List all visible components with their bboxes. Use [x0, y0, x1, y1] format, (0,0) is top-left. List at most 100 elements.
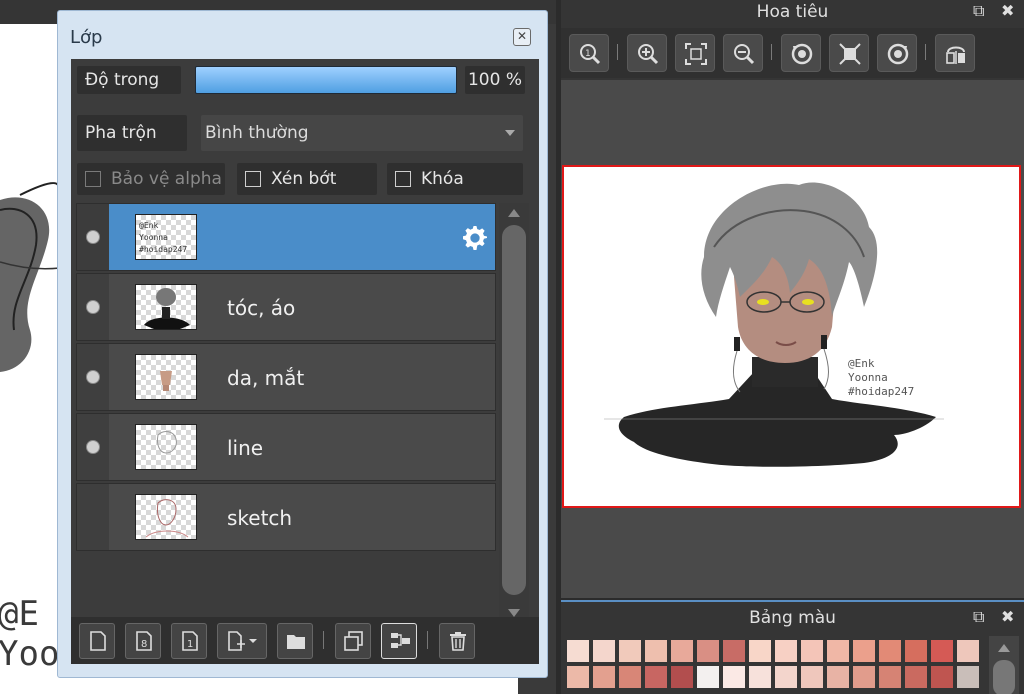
layer-item-hair-shirt[interactable]: tóc, áo — [76, 273, 496, 341]
clipping-checkbox[interactable]: Xén bớt — [237, 163, 377, 195]
protect-alpha-checkbox[interactable]: Bảo vệ alpha — [77, 163, 225, 195]
visibility-toggle[interactable] — [77, 274, 109, 340]
color-swatch[interactable] — [697, 666, 719, 688]
color-swatch[interactable] — [905, 640, 927, 662]
lock-checkbox[interactable]: Khóa — [387, 163, 523, 195]
close-icon[interactable]: ✕ — [513, 28, 531, 46]
scroll-up-icon[interactable] — [998, 644, 1010, 652]
color-swatch[interactable] — [593, 666, 615, 688]
color-swatch[interactable] — [645, 640, 667, 662]
color-swatch[interactable] — [775, 640, 797, 662]
color-swatch[interactable] — [567, 640, 589, 662]
layer-item-line[interactable]: line — [76, 413, 496, 481]
layer-name: line — [227, 436, 264, 460]
layer-item-watermark[interactable]: @Enk Yoonna #hoidap247 — [76, 203, 496, 271]
gear-icon[interactable] — [459, 222, 491, 254]
svg-text:Yoonna: Yoonna — [139, 233, 168, 242]
new-folder-button[interactable] — [277, 623, 313, 659]
color-swatch[interactable] — [671, 666, 693, 688]
add-layer-menu-button[interactable] — [217, 623, 267, 659]
visibility-toggle[interactable] — [77, 204, 109, 270]
new-1bit-layer-icon: 1 — [182, 631, 198, 651]
rotate-left-button[interactable] — [781, 34, 821, 72]
color-swatch[interactable] — [801, 666, 823, 688]
popout-icon[interactable]: ⧉ — [973, 2, 991, 20]
color-swatch[interactable] — [619, 640, 641, 662]
navigator-view[interactable]: @Enk Yoonna #hoidap247 — [561, 80, 1024, 598]
new-1bit-layer-button[interactable]: 1 — [171, 623, 207, 659]
merge-down-button[interactable] — [381, 623, 417, 659]
canvas-watermark: @E Yoo — [0, 594, 60, 674]
layer-list-scrollbar[interactable] — [499, 203, 529, 623]
color-swatch[interactable] — [645, 666, 667, 688]
close-icon[interactable]: ✖ — [1001, 2, 1019, 20]
color-swatch[interactable] — [905, 666, 927, 688]
color-swatch[interactable] — [593, 640, 615, 662]
duplicate-layer-button[interactable] — [335, 623, 371, 659]
new-layer-button[interactable] — [79, 623, 115, 659]
color-swatch[interactable] — [827, 640, 849, 662]
rotate-left-icon — [791, 43, 813, 65]
layer-name: da, mắt — [227, 366, 305, 390]
new-layer-icon — [90, 631, 106, 651]
layer-list: @Enk Yoonna #hoidap247 tóc, áo da, mắt l… — [76, 203, 496, 555]
color-swatch[interactable] — [749, 640, 771, 662]
color-swatch[interactable] — [749, 666, 771, 688]
scroll-down-icon[interactable] — [508, 609, 520, 617]
color-swatch[interactable] — [723, 666, 745, 688]
color-swatch[interactable] — [879, 640, 901, 662]
zoom-fit-button[interactable]: 1 — [569, 34, 609, 72]
svg-text:1: 1 — [585, 49, 591, 59]
zoom-out-button[interactable] — [723, 34, 763, 72]
folder-icon — [287, 635, 305, 649]
layer-item-skin-eyes[interactable]: da, mắt — [76, 343, 496, 411]
fit-screen-button[interactable] — [675, 34, 715, 72]
rotate-right-button[interactable] — [877, 34, 917, 72]
navigator-canvas-preview[interactable]: @Enk Yoonna #hoidap247 — [562, 165, 1021, 508]
scrollbar-thumb[interactable] — [993, 660, 1015, 694]
blend-mode-select[interactable]: Bình thường — [201, 115, 523, 151]
visibility-toggle[interactable] — [77, 484, 109, 550]
layer-item-sketch[interactable]: sketch — [76, 483, 496, 551]
scrollbar-thumb[interactable] — [502, 225, 526, 595]
eye-icon — [86, 440, 100, 454]
color-swatch[interactable] — [957, 640, 979, 662]
opacity-slider[interactable] — [195, 66, 457, 94]
eye-icon — [86, 370, 100, 384]
close-icon[interactable]: ✖ — [1001, 608, 1019, 626]
color-swatch[interactable] — [957, 666, 979, 688]
zoom-in-button[interactable] — [627, 34, 667, 72]
popout-icon[interactable]: ⧉ — [973, 608, 991, 626]
scroll-up-icon[interactable] — [508, 209, 520, 217]
color-swatch[interactable] — [853, 666, 875, 688]
new-8bit-layer-button[interactable]: 8 — [125, 623, 161, 659]
visibility-toggle[interactable] — [77, 414, 109, 480]
color-swatch[interactable] — [853, 640, 875, 662]
delete-layer-button[interactable] — [439, 623, 475, 659]
toolbar-separator — [427, 631, 428, 649]
color-swatch[interactable] — [723, 640, 745, 662]
color-swatch-grid — [567, 640, 983, 694]
eye-icon — [86, 230, 100, 244]
protect-alpha-label: Bảo vệ alpha — [111, 169, 222, 189]
color-swatch[interactable] — [827, 666, 849, 688]
color-swatch[interactable] — [671, 640, 693, 662]
color-swatch[interactable] — [801, 640, 823, 662]
color-swatch[interactable] — [931, 640, 953, 662]
color-swatch[interactable] — [697, 640, 719, 662]
reset-view-button[interactable] — [829, 34, 869, 72]
layer-panel-titlebar[interactable]: Lớp ✕ — [58, 11, 547, 53]
layer-name: tóc, áo — [227, 296, 296, 320]
layer-thumbnail: @Enk Yoonna #hoidap247 — [135, 214, 197, 260]
color-swatch[interactable] — [775, 666, 797, 688]
color-swatch[interactable] — [879, 666, 901, 688]
color-swatch[interactable] — [931, 666, 953, 688]
flip-horizontal-button[interactable] — [935, 34, 975, 72]
color-swatch[interactable] — [619, 666, 641, 688]
opacity-value[interactable]: 100 % — [465, 66, 525, 94]
zoom-fit-icon: 1 — [580, 44, 601, 65]
color-palette-scrollbar[interactable] — [989, 636, 1019, 694]
color-swatch[interactable] — [567, 666, 589, 688]
fit-screen-icon — [685, 43, 707, 65]
visibility-toggle[interactable] — [77, 344, 109, 410]
